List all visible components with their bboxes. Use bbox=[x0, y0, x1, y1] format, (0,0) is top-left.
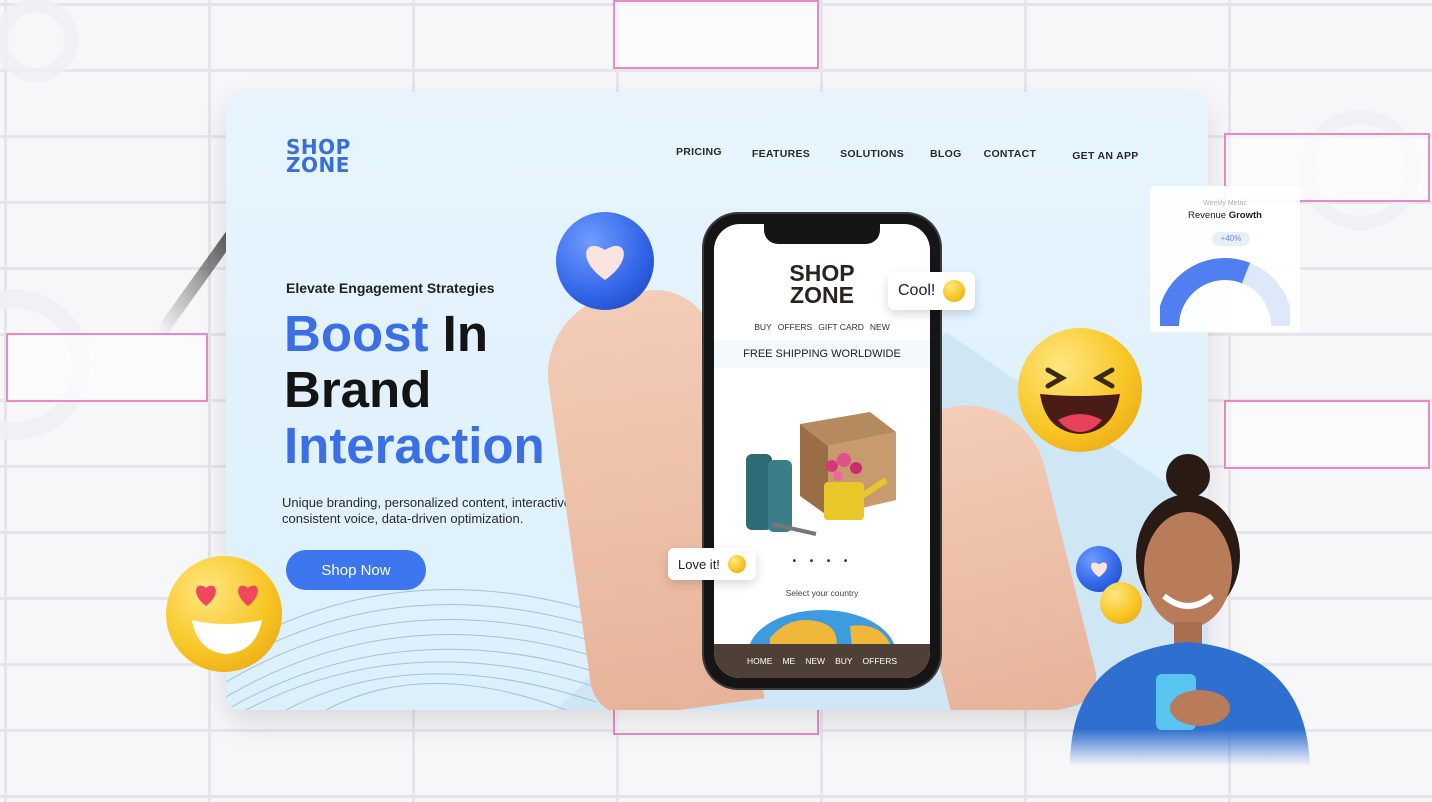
phone-menu-new[interactable]: NEW bbox=[870, 322, 890, 332]
headline-word-in: In bbox=[442, 305, 488, 362]
revenue-widget-title: Revenue Growth bbox=[1150, 210, 1300, 221]
cool-chat-bubble: Cool! bbox=[888, 272, 976, 310]
headline-word-interaction: Interaction bbox=[284, 417, 545, 474]
revenue-growth-widget: Weekly Metric Revenue Growth +40% bbox=[1150, 186, 1300, 332]
smile-emoji-icon bbox=[943, 280, 966, 302]
phone-logo-line-2: ZONE bbox=[790, 282, 854, 308]
phone-nav-buy[interactable]: BUY bbox=[835, 656, 852, 666]
nav-solutions[interactable]: SOLUTIONS bbox=[840, 148, 904, 162]
revenue-title-normal: Revenue bbox=[1188, 210, 1227, 221]
nav-pricing[interactable]: PRICING bbox=[676, 146, 722, 162]
select-country-label[interactable]: Select your country bbox=[714, 588, 930, 598]
revenue-widget-supertitle: Weekly Metric bbox=[1203, 200, 1247, 207]
heart-orb-icon bbox=[556, 212, 654, 310]
hero-headline: Boost In Brand Interaction bbox=[284, 306, 545, 474]
phone-nav-home[interactable]: HOME bbox=[747, 656, 773, 666]
shopzone-logo[interactable]: SHOP ZONE bbox=[286, 137, 351, 177]
phone-notch bbox=[764, 224, 880, 244]
kiss-emoji-icon bbox=[727, 555, 746, 573]
revenue-title-bold: Growth bbox=[1228, 210, 1262, 221]
nav-get-an-app[interactable]: GET AN APP bbox=[1072, 150, 1138, 162]
headline-word-brand: Brand bbox=[284, 361, 432, 418]
headline-word-boost: Boost bbox=[284, 305, 429, 362]
phone-menu-gift-card[interactable]: GIFT CARD bbox=[818, 322, 864, 332]
phone-nav-me[interactable]: ME bbox=[782, 656, 795, 666]
love-it-bubble-text: Love it! bbox=[678, 556, 720, 572]
logo-line-2: ZONE bbox=[286, 153, 350, 177]
free-shipping-banner: FREE SHIPPING WORLDWIDE bbox=[714, 340, 930, 368]
laughing-face-features bbox=[1040, 367, 1120, 434]
heart-icon bbox=[586, 245, 624, 280]
nav-features[interactable]: FEATURES bbox=[752, 148, 810, 162]
product-image bbox=[746, 412, 896, 536]
hero-eyebrow: Elevate Engagement Strategies bbox=[286, 280, 495, 296]
heart-eyes-emoji-icon bbox=[166, 556, 282, 672]
heart-eyes-features bbox=[192, 585, 262, 654]
phone-nav-offers[interactable]: OFFERS bbox=[863, 656, 897, 666]
revenue-gauge bbox=[1160, 258, 1290, 327]
main-nav: PRICING FEATURES SOLUTIONS BLOG CONTACT … bbox=[676, 146, 1139, 162]
phone-menu-buy[interactable]: BUY bbox=[754, 322, 771, 332]
phone-nav-new[interactable]: NEW bbox=[805, 656, 825, 666]
phone-bottom-nav: HOME ME NEW BUY OFFERS bbox=[714, 644, 930, 678]
shop-now-button[interactable]: Shop Now bbox=[286, 550, 426, 590]
laughing-emoji-icon bbox=[1018, 328, 1142, 452]
nav-blog[interactable]: BLOG bbox=[930, 148, 962, 162]
revenue-growth-badge: +40% bbox=[1212, 232, 1250, 246]
love-it-chat-bubble: Love it! bbox=[668, 548, 756, 580]
gauge-fill bbox=[1160, 258, 1251, 327]
cool-bubble-text: Cool! bbox=[898, 282, 936, 299]
globe-icon bbox=[748, 610, 896, 648]
woman-with-phone-image bbox=[1070, 454, 1310, 766]
decorative-box bbox=[613, 0, 819, 69]
phone-menu-offers[interactable]: OFFERS bbox=[778, 322, 812, 332]
nav-contact[interactable]: CONTACT bbox=[984, 148, 1037, 162]
phone-menu: BUY OFFERS GIFT CARD NEW bbox=[714, 322, 930, 332]
